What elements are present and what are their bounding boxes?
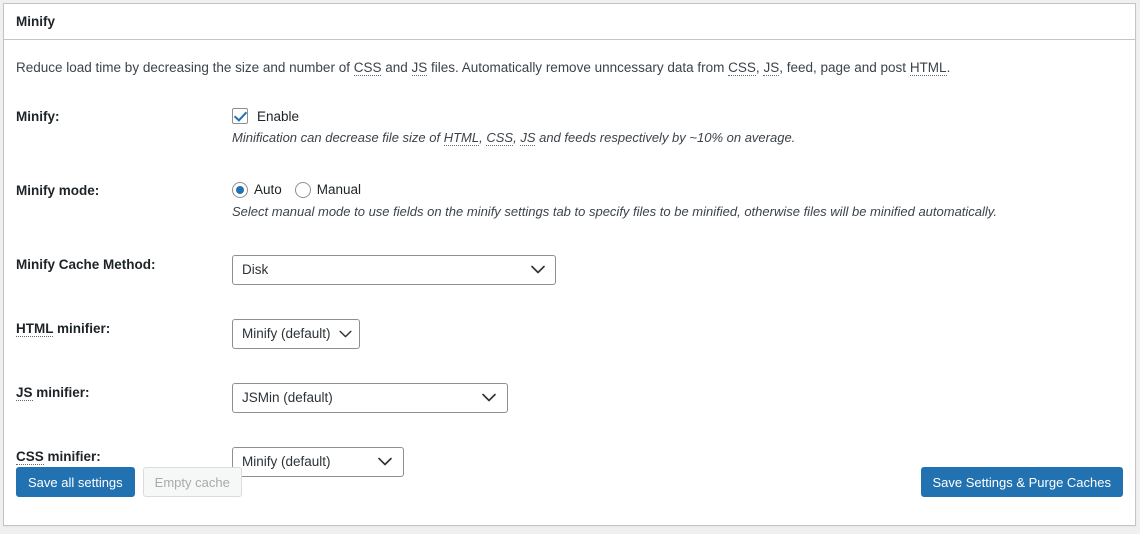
row-cache-method: Minify Cache Method: Disk — [16, 255, 1123, 285]
desc-text-4: and feeds respectively by ~10% on averag… — [535, 130, 795, 145]
row-minify-mode-label: Minify mode: — [16, 181, 232, 198]
minify-mode-option-auto[interactable]: Auto — [232, 181, 295, 199]
minify-enable-control[interactable]: Enable — [232, 107, 1123, 125]
minify-settings-panel: Minify Reduce load time by decreasing th… — [3, 3, 1136, 526]
row-js-minifier-label: JS minifier: — [16, 383, 232, 400]
row-minify-label: Minify: — [16, 107, 232, 124]
abbr-js-3: JS — [520, 130, 535, 146]
chevron-down-icon — [531, 256, 545, 284]
panel-footer: Save all settings Empty cache Save Setti… — [4, 463, 1135, 525]
minify-mode-label-auto: Auto — [254, 183, 282, 197]
abbr-css-1: CSS — [354, 60, 382, 76]
desc-text-1: Minification can decrease file size of — [232, 130, 444, 145]
minify-mode-radio-manual[interactable] — [295, 182, 311, 198]
row-css-minifier-label: CSS minifier: — [16, 447, 232, 464]
minify-mode-option-manual[interactable]: Manual — [295, 181, 361, 199]
row-minify: Minify: Enable Minification can decrease… — [16, 107, 1123, 148]
row-js-minifier-field: JSMin (default) — [232, 383, 1123, 413]
row-js-minifier-label-rest: minifier: — [33, 385, 90, 400]
abbr-html-3: HTML — [16, 321, 53, 337]
page-title: Minify — [16, 15, 55, 29]
cache-method-value: Disk — [242, 262, 268, 277]
minify-mode-radio-auto[interactable] — [232, 182, 248, 198]
intro-description: Reduce load time by decreasing the size … — [16, 58, 1123, 78]
footer-left-buttons: Save all settings Empty cache — [16, 467, 242, 497]
empty-cache-button[interactable]: Empty cache — [143, 467, 242, 497]
intro-text-2: and — [381, 60, 411, 75]
intro-text-5: , feed, page and post — [779, 60, 910, 75]
abbr-js-4: JS — [16, 385, 33, 401]
cache-method-select[interactable]: Disk — [232, 255, 556, 285]
abbr-html-1: HTML — [910, 60, 947, 76]
row-minify-field: Enable Minification can decrease file si… — [232, 107, 1123, 148]
abbr-css-2: CSS — [728, 60, 756, 76]
footer-right-buttons: Save Settings & Purge Caches — [921, 467, 1124, 497]
row-cache-method-field: Disk — [232, 255, 1123, 285]
footer-inner: Save all settings Empty cache Save Setti… — [16, 463, 1123, 525]
minify-mode-description: Select manual mode to use fields on the … — [232, 203, 1123, 222]
chevron-down-icon — [339, 320, 352, 348]
abbr-js-1: JS — [412, 60, 428, 76]
intro-text-6: . — [947, 60, 951, 75]
minify-enable-checkbox[interactable] — [232, 108, 248, 124]
row-cache-method-label: Minify Cache Method: — [16, 255, 232, 272]
save-settings-purge-caches-button[interactable]: Save Settings & Purge Caches — [921, 467, 1124, 497]
minify-mode-label-manual: Manual — [317, 183, 361, 197]
minify-enable-description: Minification can decrease file size of H… — [232, 129, 1123, 148]
row-html-minifier-field: Minify (default) — [232, 319, 1123, 349]
html-minifier-value: Minify (default) — [242, 326, 331, 341]
row-js-minifier: JS minifier: JSMin (default) — [16, 383, 1123, 413]
intro-text-1: Reduce load time by decreasing the size … — [16, 60, 354, 75]
panel-header: Minify — [4, 4, 1135, 40]
save-all-settings-button[interactable]: Save all settings — [16, 467, 135, 497]
row-minify-mode: Minify mode: Auto Manual Select manual m… — [16, 181, 1123, 222]
js-minifier-select[interactable]: JSMin (default) — [232, 383, 508, 413]
row-minify-mode-field: Auto Manual Select manual mode to use fi… — [232, 181, 1123, 222]
chevron-down-icon — [482, 384, 496, 412]
row-css-minifier-label-rest: minifier: — [44, 449, 101, 464]
abbr-js-2: JS — [763, 60, 779, 76]
minify-enable-label: Enable — [257, 110, 299, 124]
js-minifier-value: JSMin (default) — [242, 390, 333, 405]
row-html-minifier-label-rest: minifier: — [53, 321, 110, 336]
abbr-html-2: HTML — [444, 130, 479, 146]
html-minifier-select[interactable]: Minify (default) — [232, 319, 360, 349]
row-html-minifier: HTML minifier: Minify (default) — [16, 319, 1123, 349]
minify-mode-radio-group: Auto Manual — [232, 181, 1123, 199]
intro-text-3: files. Automatically remove unncessary d… — [427, 60, 728, 75]
row-html-minifier-label: HTML minifier: — [16, 319, 232, 336]
panel-body: Reduce load time by decreasing the size … — [4, 58, 1135, 477]
abbr-css-3: CSS — [486, 130, 513, 146]
